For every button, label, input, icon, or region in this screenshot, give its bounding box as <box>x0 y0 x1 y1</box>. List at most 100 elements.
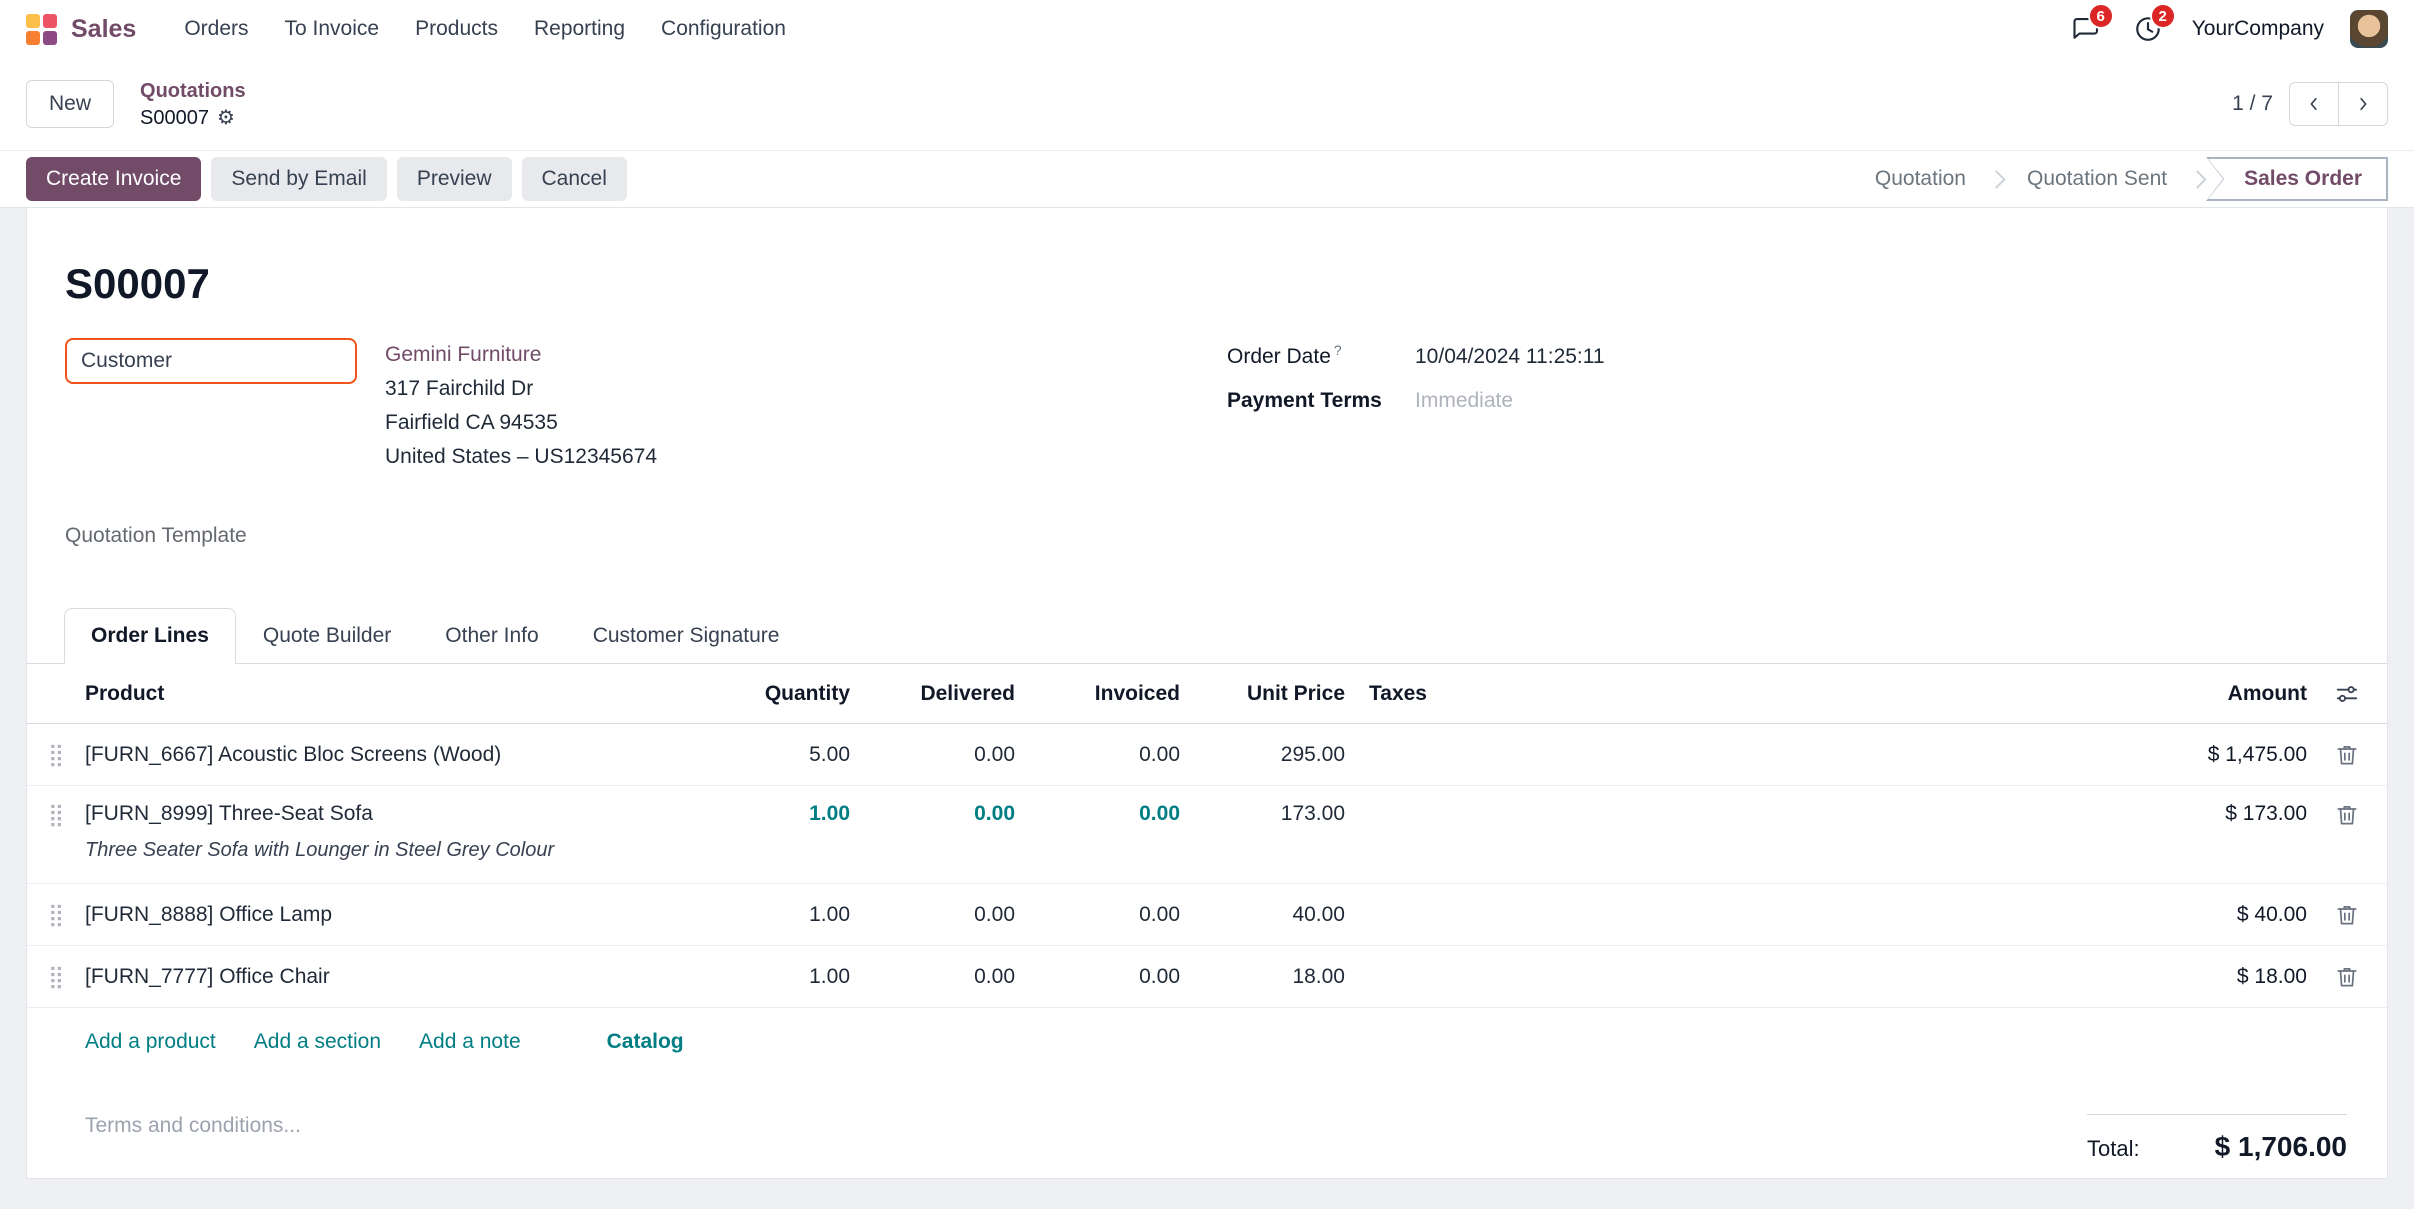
customer-input[interactable] <box>65 338 357 384</box>
cell-product[interactable]: [FURN_8999] Three-Seat Sofa Three Seater… <box>85 802 685 862</box>
cell-product[interactable]: [FURN_7777] Office Chair <box>85 965 685 989</box>
new-button[interactable]: New <box>26 80 114 128</box>
tab-other-info[interactable]: Other Info <box>418 608 565 664</box>
partner-address-line: 317 Fairchild Dr <box>385 372 657 406</box>
add-product-link[interactable]: Add a product <box>85 1030 216 1054</box>
main-content: S00007 Gemini Furniture 317 Fairchild Dr… <box>0 208 2414 1209</box>
sliders-icon <box>2334 681 2360 707</box>
line-description[interactable]: Three Seater Sofa with Lounger in Steel … <box>85 839 685 862</box>
tab-quote-builder[interactable]: Quote Builder <box>236 608 418 664</box>
partner-link[interactable]: Gemini Furniture <box>385 338 657 372</box>
breadcrumb: Quotations S00007 ⚙ <box>140 79 246 130</box>
statusbar: Quotation Quotation Sent Sales Order <box>1853 157 2388 201</box>
trash-icon <box>2334 902 2360 928</box>
optional-columns-button[interactable] <box>2334 681 2360 707</box>
cell-invoiced[interactable]: 0.00 <box>1015 802 1180 826</box>
menu-reporting[interactable]: Reporting <box>520 9 639 49</box>
terms-and-conditions-field[interactable]: Terms and conditions... <box>85 1114 301 1138</box>
next-record-button[interactable] <box>2338 82 2388 126</box>
table-row: ⣿ [FURN_6667] Acoustic Bloc Screens (Woo… <box>27 724 2387 786</box>
quotation-template-label[interactable]: Quotation Template <box>65 524 2387 548</box>
delete-line-button[interactable] <box>2334 902 2360 928</box>
user-avatar[interactable] <box>2350 10 2388 48</box>
cell-product[interactable]: [FURN_8888] Office Lamp <box>85 903 685 927</box>
partner-address-line: Fairfield CA 94535 <box>385 406 657 440</box>
drag-handle-icon[interactable]: ⣿ <box>27 742 85 768</box>
help-hint: ? <box>1334 342 1342 358</box>
table-row: ⣿ [FURN_8888] Office Lamp 1.00 0.00 0.00… <box>27 884 2387 946</box>
cell-invoiced[interactable]: 0.00 <box>1015 743 1180 767</box>
total-label: Total: <box>2087 1136 2140 1162</box>
cancel-button[interactable]: Cancel <box>522 157 627 201</box>
cell-invoiced[interactable]: 0.00 <box>1015 903 1180 927</box>
partner-address-line: United States – US12345674 <box>385 440 657 474</box>
delete-line-button[interactable] <box>2334 802 2360 828</box>
apps-menu-icon[interactable] <box>26 14 57 45</box>
previous-record-button[interactable] <box>2289 82 2339 126</box>
page-title: S00007 <box>65 260 2327 308</box>
order-date-value[interactable]: 10/04/2024 11:25:11 <box>1415 345 1605 369</box>
record-pager-count[interactable]: 1 / 7 <box>2232 92 2273 116</box>
status-quotation[interactable]: Quotation <box>1853 158 1988 200</box>
status-sales-order[interactable]: Sales Order <box>2206 157 2388 201</box>
delete-line-button[interactable] <box>2334 964 2360 990</box>
menu-to-invoice[interactable]: To Invoice <box>271 9 394 49</box>
notebook-tabs: Order Lines Quote Builder Other Info Cus… <box>27 608 2387 664</box>
cell-quantity[interactable]: 5.00 <box>685 743 850 767</box>
payment-terms-value[interactable]: Immediate <box>1415 389 1513 413</box>
menu-products[interactable]: Products <box>401 9 512 49</box>
control-panel: New Quotations S00007 ⚙ 1 / 7 <box>0 58 2414 150</box>
status-quotation-sent[interactable]: Quotation Sent <box>2005 158 2189 200</box>
app-brand[interactable]: Sales <box>71 15 136 44</box>
activities-button[interactable]: 2 <box>2130 11 2166 47</box>
catalog-link[interactable]: Catalog <box>607 1030 684 1054</box>
add-section-link[interactable]: Add a section <box>254 1030 381 1054</box>
tab-order-lines[interactable]: Order Lines <box>64 608 236 664</box>
messages-button[interactable]: 6 <box>2068 11 2104 47</box>
breadcrumb-current-record: S00007 <box>140 106 209 130</box>
drag-handle-icon[interactable]: ⣿ <box>27 802 85 828</box>
cell-invoiced[interactable]: 0.00 <box>1015 965 1180 989</box>
send-by-email-button[interactable]: Send by Email <box>211 157 386 201</box>
cell-unit-price[interactable]: 40.00 <box>1180 903 1345 927</box>
cell-amount: $ 173.00 <box>1947 802 2307 826</box>
cell-unit-price[interactable]: 173.00 <box>1180 802 1345 826</box>
cell-amount: $ 1,475.00 <box>1947 743 2307 767</box>
messages-badge: 6 <box>2088 3 2114 29</box>
gear-icon[interactable]: ⚙ <box>217 106 235 130</box>
tab-customer-signature[interactable]: Customer Signature <box>566 608 807 664</box>
main-menu: Orders To Invoice Products Reporting Con… <box>170 9 800 49</box>
preview-button[interactable]: Preview <box>397 157 512 201</box>
cell-quantity[interactable]: 1.00 <box>685 802 850 826</box>
col-taxes: Taxes <box>1345 682 1947 706</box>
breadcrumb-quotations-link[interactable]: Quotations <box>140 79 246 103</box>
order-lines-table: Product Quantity Delivered Invoiced Unit… <box>27 664 2387 1080</box>
order-date-label: Order Date? <box>1227 342 1415 369</box>
cell-delivered[interactable]: 0.00 <box>850 965 1015 989</box>
menu-configuration[interactable]: Configuration <box>647 9 800 49</box>
chevron-right-icon <box>2354 95 2372 113</box>
cell-product[interactable]: [FURN_6667] Acoustic Bloc Screens (Wood) <box>85 743 685 767</box>
cell-unit-price[interactable]: 18.00 <box>1180 965 1345 989</box>
cell-quantity[interactable]: 1.00 <box>685 903 850 927</box>
cell-quantity[interactable]: 1.00 <box>685 965 850 989</box>
col-unit-price: Unit Price <box>1180 682 1345 706</box>
menu-orders[interactable]: Orders <box>170 9 262 49</box>
cell-amount: $ 40.00 <box>1947 903 2307 927</box>
company-switcher[interactable]: YourCompany <box>2192 17 2324 41</box>
cell-delivered[interactable]: 0.00 <box>850 743 1015 767</box>
delete-line-button[interactable] <box>2334 742 2360 768</box>
drag-handle-icon[interactable]: ⣿ <box>27 964 85 990</box>
drag-handle-icon[interactable]: ⣿ <box>27 902 85 928</box>
create-invoice-button[interactable]: Create Invoice <box>26 157 201 201</box>
table-row: ⣿ [FURN_7777] Office Chair 1.00 0.00 0.0… <box>27 946 2387 1008</box>
payment-terms-label: Payment Terms <box>1227 389 1415 413</box>
cell-amount: $ 18.00 <box>1947 965 2307 989</box>
cell-delivered[interactable]: 0.00 <box>850 802 1015 826</box>
col-delivered: Delivered <box>850 682 1015 706</box>
chevron-left-icon <box>2305 95 2323 113</box>
cell-delivered[interactable]: 0.00 <box>850 903 1015 927</box>
chevron-separator-icon <box>2188 170 2206 188</box>
add-note-link[interactable]: Add a note <box>419 1030 521 1054</box>
cell-unit-price[interactable]: 295.00 <box>1180 743 1345 767</box>
